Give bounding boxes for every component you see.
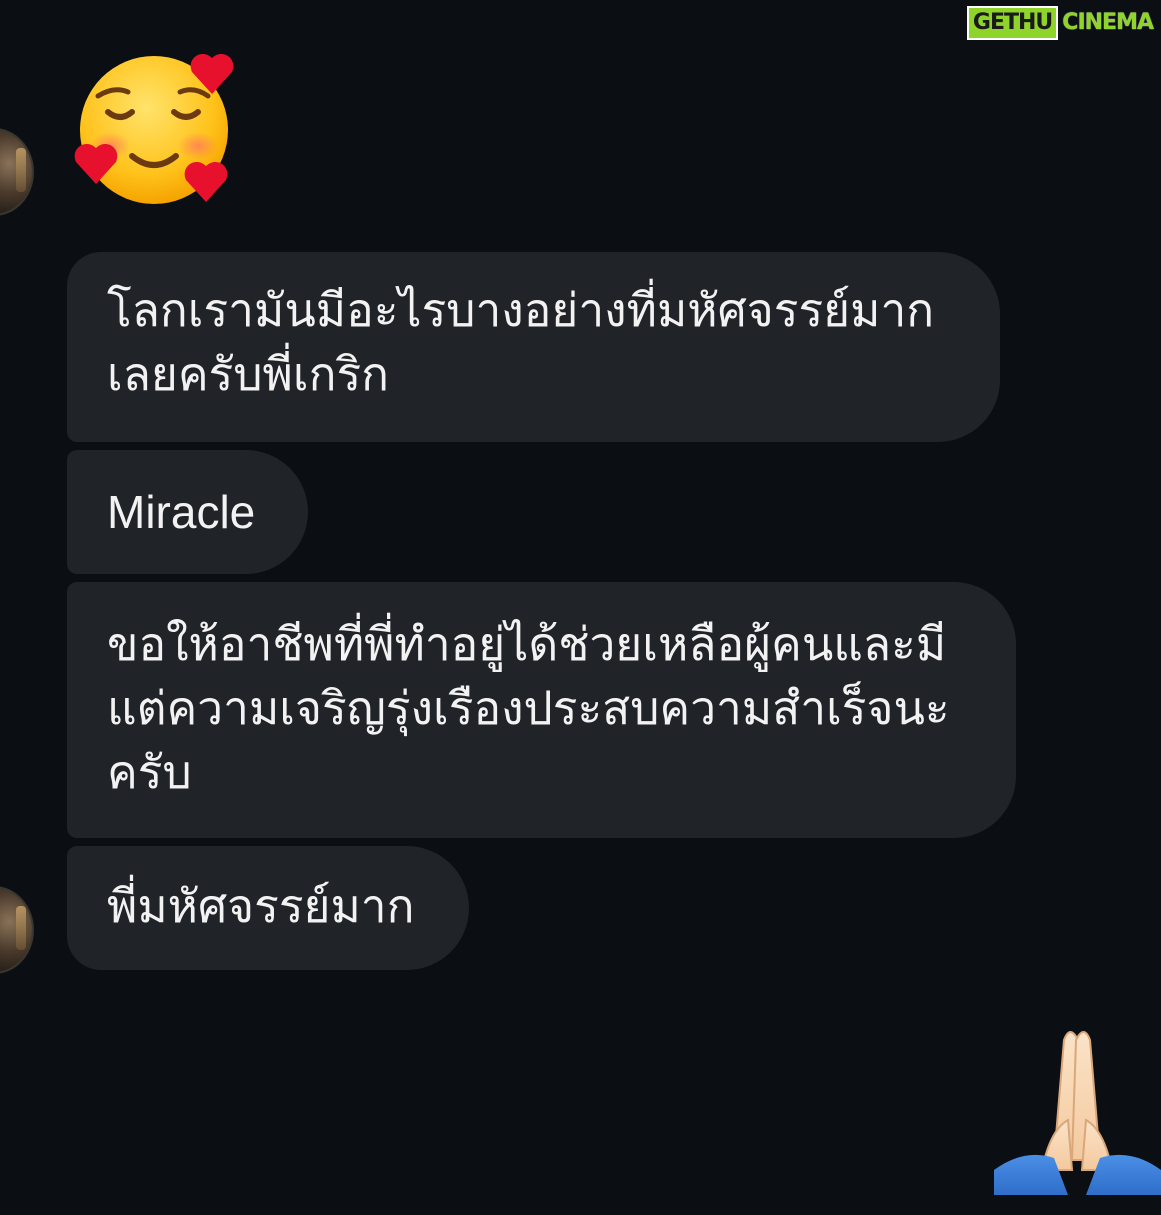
message-bubble[interactable]: โลกเรามันมีอะไรบางอย่างที่มหัศจรรย์มาก เ… <box>67 252 1000 442</box>
watermark-logo: GETHU CINEMA <box>966 6 1157 40</box>
message-bubble[interactable]: Miracle <box>67 450 308 574</box>
message-bubble[interactable]: ขอให้อาชีพที่พี่ทำอยู่ได้ช่วยเหลือผู้คนแ… <box>67 582 1016 838</box>
sender-avatar[interactable] <box>0 886 34 974</box>
watermark-text-part2: CINEMA <box>1062 10 1154 35</box>
smiling-face-with-hearts-icon <box>74 53 234 204</box>
sender-avatar[interactable] <box>0 128 34 216</box>
watermark-text-part1: GETHU <box>966 6 1059 40</box>
folded-hands-icon <box>994 1031 1161 1195</box>
message-bubble[interactable]: พี่มหัศจรรย์มาก <box>67 846 469 970</box>
